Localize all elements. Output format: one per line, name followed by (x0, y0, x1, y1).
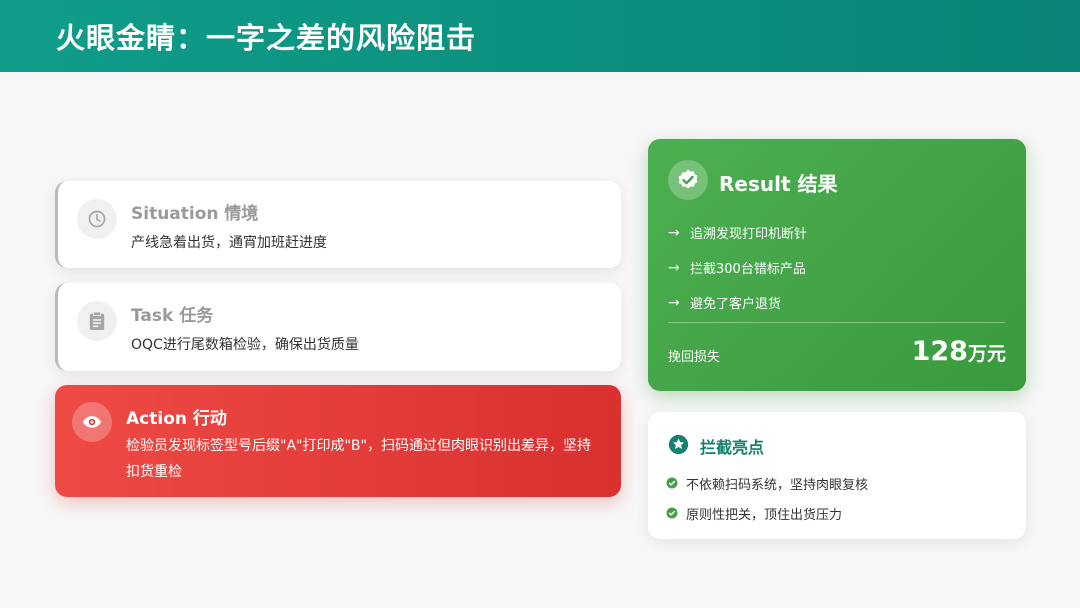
arrow-right-icon: → (668, 259, 680, 276)
header-bar: 火眼金睛：一字之差的风险阻击 (0, 0, 1080, 72)
action-desc: 检验员发现标签型号后缀"A"打印成"B"，扫码通过但肉眼识别出差异，坚持扣货重检 (126, 438, 591, 480)
result-item: → 避免了客户退货 (668, 294, 782, 313)
task-title: Task 任务 (131, 306, 214, 326)
highlight-card: 拦截亮点 不依赖扫码系统，坚持肉眼复核 原则性把关，顶住出货压力 (648, 412, 1026, 539)
result-card: Result 结果 → 追溯发现打印机断针 → 拦截300台错标产品 → 避免了客户退… (648, 139, 1026, 391)
highlight-list: 不依赖扫码系统，坚持肉眼复核 原则性把关，顶住出货压力 (666, 468, 868, 528)
result-item: → 追溯发现打印机断针 (668, 224, 808, 243)
result-list: → 追溯发现打印机断针 → 拦截300台错标产品 → 避免了客户退货 (668, 215, 807, 320)
action-title: Action 行动 (126, 409, 227, 429)
task-desc: OQC进行尾数箱检验，确保出货质量 (131, 337, 359, 353)
loss-unit: 万元 (967, 343, 1006, 365)
result-title: Result 结果 (719, 172, 838, 196)
eye-icon (72, 402, 112, 442)
highlight-item: 原则性把关，顶住出货压力 (666, 498, 868, 528)
arrow-right-icon: → (668, 224, 680, 241)
result-item: → 拦截300台错标产品 (668, 259, 806, 278)
loss-number: 128 (911, 336, 968, 367)
star-icon (668, 434, 689, 459)
clipboard-icon (77, 301, 117, 341)
highlight-item: 不依赖扫码系统，坚持肉眼复核 (666, 468, 868, 498)
action-card: Action 行动 检验员发现标签型号后缀"A"打印成"B"，扫码通过但肉眼识别… (55, 385, 621, 497)
loss-value: 128 万元 (912, 336, 1006, 367)
loss-label: 挽回损失 (668, 350, 721, 365)
situation-card: Situation 情境 产线急着出货，通宵加班赶进度 (55, 181, 621, 268)
check-circle-icon (666, 507, 678, 519)
page-title: 火眼金睛：一字之差的风险阻击 (56, 21, 477, 55)
arrow-right-icon: → (668, 294, 680, 311)
check-circle-icon (666, 477, 678, 489)
verified-badge-icon (668, 160, 708, 200)
task-card: Task 任务 OQC进行尾数箱检验，确保出货质量 (55, 283, 621, 371)
situation-desc: 产线急着出货，通宵加班赶进度 (131, 235, 327, 251)
situation-title: Situation 情境 (131, 204, 259, 224)
clock-icon (77, 199, 117, 239)
divider (668, 322, 1005, 323)
highlight-title: 拦截亮点 (700, 438, 765, 457)
